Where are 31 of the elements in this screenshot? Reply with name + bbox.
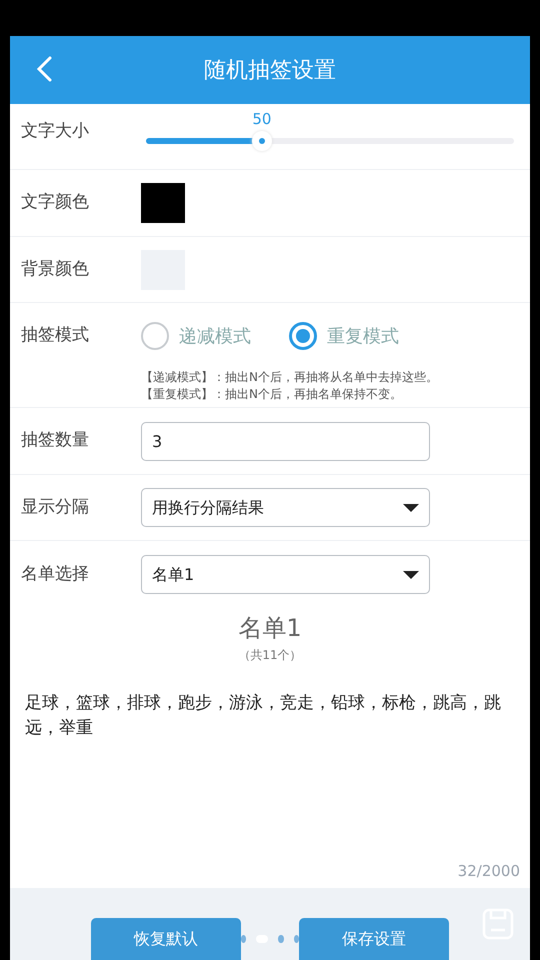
slider-value: 50 (252, 109, 272, 130)
field-label: 抽签数量 (21, 429, 90, 452)
field-label: 显示分隔 (21, 496, 90, 519)
field-label: 抽签模式 (21, 324, 90, 348)
slider[interactable]: 50 (141, 112, 514, 152)
list-title: 名单1 (237, 613, 303, 644)
mode-note: 【递减模式】：抽出N个后，再抽将从名单中去掉这些。 (140, 369, 439, 386)
mode-note: 【重复模式】：抽出N个后，再抽名单保持不变。 (140, 386, 403, 403)
field-label: 文字大小 (21, 120, 90, 143)
field-label: 背景颜色 (21, 258, 90, 281)
caret-icon (403, 504, 419, 512)
restore-default-button[interactable]: 恢复默认 (91, 918, 241, 960)
field-label: 文字颜色 (21, 191, 90, 214)
back-button[interactable] (36, 56, 52, 82)
radio-option[interactable]: 递减模式 (141, 322, 251, 350)
list-count: （共11个） (237, 647, 303, 664)
page-dot[interactable] (241, 935, 246, 943)
caret-icon (403, 570, 419, 578)
count-input[interactable]: 3 (141, 422, 430, 460)
slider-thumb[interactable] (252, 131, 272, 151)
character-counter: 32/2000 (456, 860, 521, 882)
dropdown-select[interactable]: 名单1 (141, 555, 430, 594)
list-content[interactable]: 足球，篮球，排球，跑步，游泳，竞走，铅球，标枪，跳高，跳远，举重 (10, 691, 530, 860)
color-swatch[interactable] (141, 183, 185, 223)
page-title: 随机抽签设置 (204, 56, 336, 84)
page-dot[interactable] (278, 935, 284, 943)
save-settings-button[interactable]: 保存设置 (299, 918, 449, 960)
field-label: 名单选择 (21, 562, 90, 586)
page-dot[interactable] (294, 935, 299, 943)
radio-option[interactable]: 重复模式 (289, 322, 399, 350)
dropdown-select[interactable]: 用换行分隔结果 (141, 488, 430, 527)
